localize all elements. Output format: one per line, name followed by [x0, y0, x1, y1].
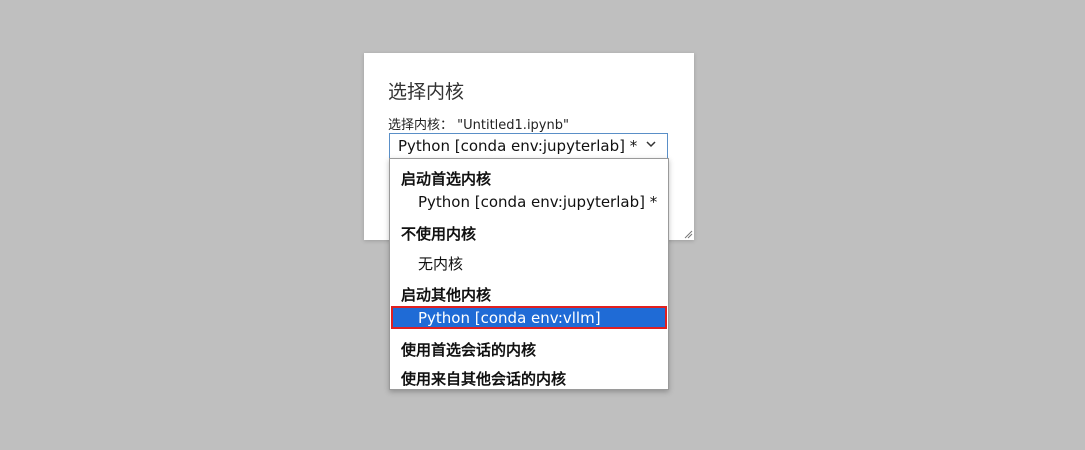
group-start-other-kernel: 启动其他内核: [401, 286, 492, 304]
kernel-dropdown-list: 启动首选内核 Python [conda env:jupyterlab] * 不…: [389, 158, 669, 390]
group-use-other-session-kernel[interactable]: 使用来自其他会话的内核: [401, 368, 566, 389]
group-use-preferred-session-kernel[interactable]: 使用首选会话的内核: [401, 339, 536, 360]
group-no-kernel: 不使用内核: [401, 225, 477, 243]
option-jupyterlab-kernel[interactable]: Python [conda env:jupyterlab] *: [418, 193, 657, 211]
chevron-down-icon: [646, 141, 656, 148]
option-vllm-kernel-label: Python [conda env:vllm]: [418, 309, 601, 327]
group-start-preferred-kernel: 启动首选内核: [401, 170, 492, 188]
resize-handle-icon[interactable]: [683, 229, 693, 239]
dialog-title: 选择内核: [388, 81, 465, 103]
option-no-kernel[interactable]: 无内核: [418, 253, 463, 274]
option-vllm-kernel[interactable]: Python [conda env:vllm]: [391, 306, 667, 329]
kernel-select[interactable]: Python [conda env:jupyterlab] *: [389, 133, 668, 159]
kernel-select-label: 选择内核： "Untitled1.ipynb": [388, 118, 569, 133]
kernel-select-value: Python [conda env:jupyterlab] *: [398, 137, 638, 155]
